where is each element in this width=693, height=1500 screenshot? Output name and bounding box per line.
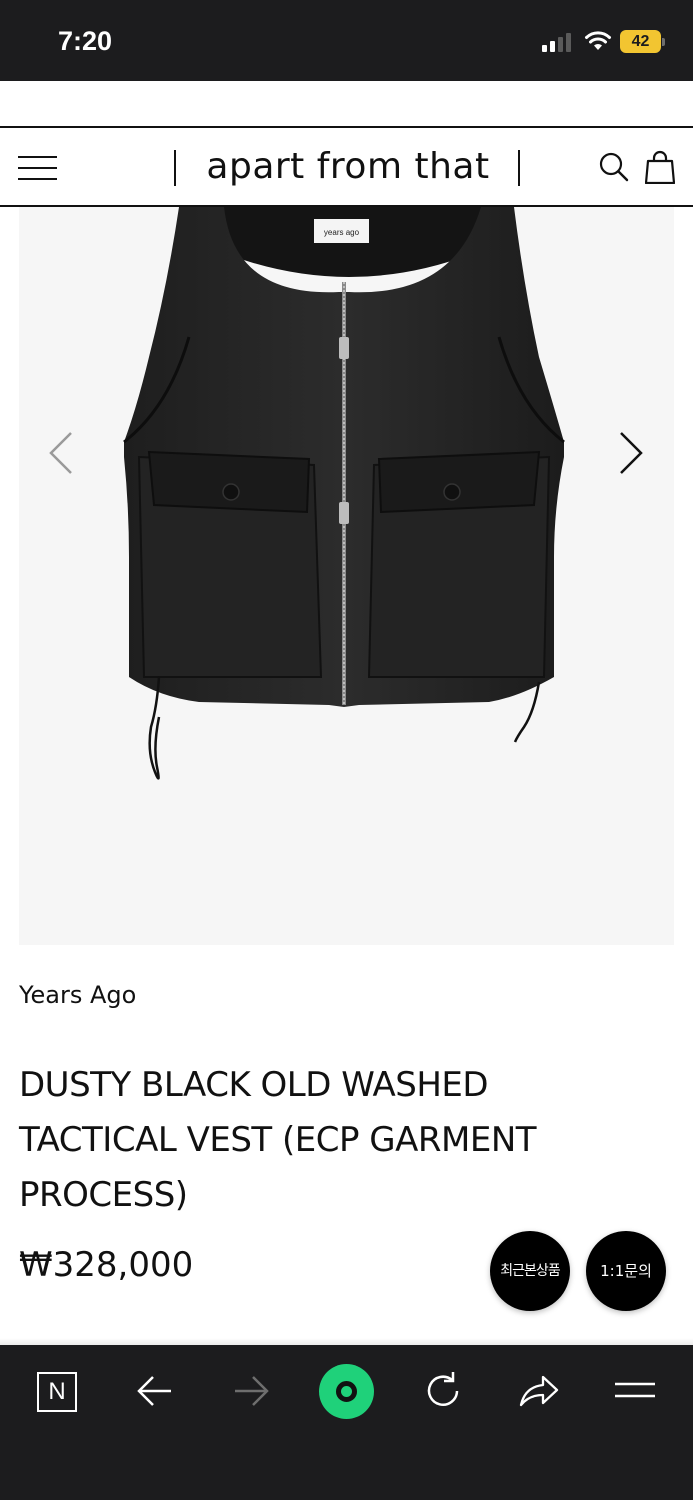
bag-icon[interactable] [645, 150, 675, 184]
vest-image: years ago [123, 207, 565, 780]
search-icon[interactable] [599, 152, 629, 182]
site-header: apart from that [0, 126, 693, 207]
wifi-icon [585, 31, 611, 50]
carousel-prev-arrow-icon[interactable] [45, 431, 75, 475]
refresh-icon[interactable] [419, 1367, 467, 1415]
hamburger-icon[interactable] [611, 1367, 659, 1415]
recent-viewed-button[interactable]: 최근본상품 [490, 1231, 570, 1311]
status-bar: 7:20 42 [0, 0, 693, 81]
share-icon[interactable] [515, 1367, 563, 1415]
battery-level: 42 [620, 30, 661, 53]
top-spacer [0, 81, 693, 126]
back-arrow-icon[interactable] [131, 1367, 179, 1415]
menu-icon[interactable] [18, 154, 57, 182]
logo-divider-right [518, 150, 520, 186]
product-price: ₩328,000 [19, 1245, 194, 1285]
site-logo[interactable]: apart from that [178, 146, 518, 187]
cellular-signal-icon [542, 33, 571, 52]
battery-icon: 42 [620, 30, 666, 54]
inquiry-button[interactable]: 1:1문의 [586, 1231, 666, 1311]
logo-divider-left [174, 150, 176, 186]
product-image[interactable]: years ago [19, 207, 674, 945]
status-time: 7:20 [58, 26, 113, 56]
naver-icon[interactable]: N [37, 1372, 77, 1412]
product-brand[interactable]: Years Ago [19, 981, 136, 1009]
product-title: DUSTY BLACK OLD WASHED TACTICAL VEST (EC… [19, 1065, 537, 1215]
browser-toolbar: N [0, 1345, 693, 1500]
carousel-next-arrow-icon[interactable] [617, 431, 647, 475]
home-icon[interactable] [319, 1364, 374, 1419]
forward-arrow-icon[interactable] [227, 1367, 275, 1415]
vest-label-tag: years ago [324, 228, 360, 237]
